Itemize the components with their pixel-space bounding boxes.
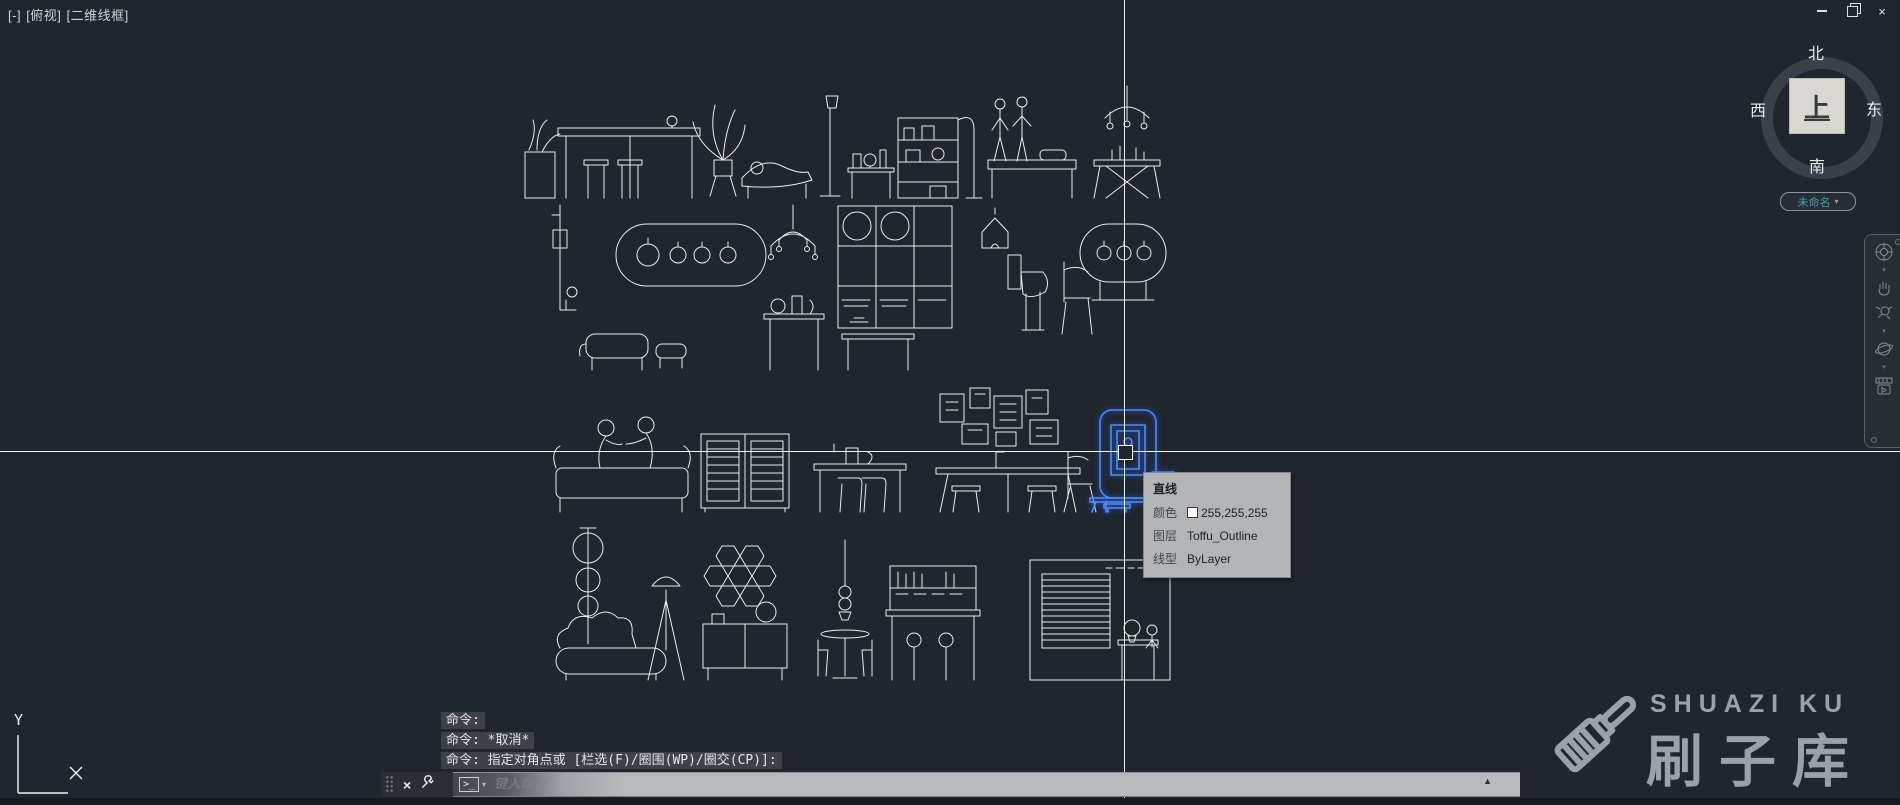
tooltip-color-label: 颜色 bbox=[1153, 504, 1187, 521]
ucs-icon[interactable]: Y bbox=[0, 695, 120, 805]
command-input[interactable] bbox=[492, 776, 1520, 793]
orbit-icon[interactable] bbox=[1873, 338, 1895, 360]
command-history-line: 命令: 指定对角点或 [栏选(F)/圈围(WP)/圈交(CP)]: bbox=[441, 752, 782, 769]
command-history: 命令: 命令: *取消* 命令: 指定对角点或 [栏选(F)/圈围(WP)/圈交… bbox=[441, 712, 782, 772]
pan-hand-icon[interactable] bbox=[1873, 277, 1895, 299]
viewport-view-control[interactable]: [俯视] bbox=[26, 8, 61, 23]
block-plant-chaise-lounge[interactable] bbox=[693, 105, 812, 198]
viewcube-south[interactable]: 南 bbox=[1809, 153, 1825, 177]
minimize-icon[interactable] bbox=[1814, 4, 1830, 18]
drag-grip-handle[interactable] bbox=[385, 775, 394, 794]
block-display-shelf[interactable] bbox=[898, 118, 982, 198]
scroll-up-icon[interactable]: ▲ bbox=[1483, 777, 1492, 786]
crosshair-pickbox bbox=[1118, 445, 1133, 460]
named-view-button[interactable]: 未命名 ▾ bbox=[1780, 192, 1856, 211]
command-prompt-icon[interactable]: >_ bbox=[459, 777, 479, 792]
block-dining-table-set[interactable] bbox=[936, 452, 1080, 512]
block-reception-desk[interactable] bbox=[525, 116, 700, 198]
rollover-tooltip: 直线 颜色 255,255,255 图层 Toffu_Outline 线型 By… bbox=[1143, 472, 1291, 578]
block-desk-with-chairs[interactable] bbox=[814, 444, 906, 512]
block-capsule-cabinet[interactable] bbox=[1080, 224, 1166, 300]
restore-icon[interactable] bbox=[1844, 4, 1860, 18]
block-wall-shelf-boxes[interactable] bbox=[940, 388, 1058, 446]
watermark-brand-cn: 刷子库 bbox=[1646, 716, 1865, 798]
wrench-icon[interactable] bbox=[420, 775, 435, 795]
navigation-bar: ▾ ▾ ▾ bbox=[1864, 234, 1900, 448]
command-history-line: 命令: bbox=[441, 712, 485, 729]
block-hexagon-shelf-cabinet[interactable] bbox=[703, 546, 787, 680]
crosshair-horizontal-line bbox=[0, 451, 1900, 452]
viewcube-top-face[interactable]: 上 bbox=[1789, 78, 1845, 134]
block-figures-at-counter[interactable] bbox=[988, 97, 1076, 198]
named-view-label: 未命名 bbox=[1797, 194, 1830, 210]
autocad-drawing-window: [-] [俯视] [二维线框] × bbox=[0, 0, 1900, 805]
block-grid-shelving[interactable] bbox=[838, 206, 952, 370]
close-icon[interactable]: × bbox=[1874, 4, 1890, 18]
show-motion-icon[interactable] bbox=[1873, 374, 1895, 396]
ucs-y-label: Y bbox=[14, 711, 23, 729]
block-blinds-cabinet[interactable] bbox=[1030, 560, 1170, 680]
navigation-wheel-icon[interactable] bbox=[1873, 241, 1895, 263]
viewport-visual-style-control[interactable]: [二维线框] bbox=[67, 8, 129, 23]
viewcube-east[interactable]: 东 bbox=[1866, 96, 1882, 120]
drawing-canvas[interactable] bbox=[0, 0, 1900, 805]
block-wardrobe[interactable] bbox=[701, 434, 789, 512]
bottom-edge-strip bbox=[0, 798, 1900, 805]
tooltip-color-value: 255,255,255 bbox=[1201, 506, 1268, 520]
chevron-down-icon[interactable]: ▾ bbox=[1873, 266, 1895, 274]
tooltip-object-type: 直线 bbox=[1153, 480, 1281, 497]
command-history-line: 命令: *取消* bbox=[441, 732, 534, 749]
block-toilet[interactable] bbox=[1008, 255, 1048, 330]
command-input-area[interactable]: >_ ▾ ▲ bbox=[453, 772, 1520, 797]
zoom-extents-icon[interactable] bbox=[1873, 302, 1895, 324]
tooltip-layer-label: 图层 bbox=[1153, 527, 1187, 544]
block-side-chair-2[interactable] bbox=[1064, 452, 1096, 512]
block-chandelier-console[interactable] bbox=[764, 205, 824, 370]
chevron-down-icon: ▾ bbox=[1834, 197, 1838, 206]
color-swatch bbox=[1187, 507, 1198, 518]
block-pendant-dining-set[interactable] bbox=[818, 540, 872, 678]
block-vase-table[interactable] bbox=[848, 150, 894, 198]
viewport-collapse-control[interactable]: [-] bbox=[8, 8, 21, 23]
brush-icon bbox=[1540, 686, 1655, 805]
tooltip-layer-value: Toffu_Outline bbox=[1187, 529, 1258, 543]
chevron-down-icon[interactable]: ▾ bbox=[482, 780, 486, 789]
block-floor-lamp[interactable] bbox=[820, 96, 840, 196]
block-chandelier-table[interactable] bbox=[1094, 86, 1160, 198]
block-bubble-lamp-sofa[interactable] bbox=[556, 528, 666, 680]
block-sofa-with-figures[interactable] bbox=[554, 417, 691, 512]
viewcube-west[interactable]: 西 bbox=[1750, 97, 1766, 121]
chevron-down-icon[interactable]: ▾ bbox=[1873, 363, 1895, 371]
viewcube-north[interactable]: 北 bbox=[1808, 40, 1824, 64]
crosshair-vertical-line bbox=[1124, 0, 1125, 805]
viewport-controls: [-] [俯视] [二维线框] bbox=[8, 5, 130, 24]
block-bar-shelf-unit[interactable] bbox=[886, 566, 980, 680]
tooltip-linetype-label: 线型 bbox=[1153, 550, 1187, 567]
chevron-down-icon[interactable]: ▾ bbox=[1873, 327, 1895, 335]
command-bar: × >_ ▾ ▲ bbox=[381, 772, 1520, 797]
close-icon[interactable]: × bbox=[403, 778, 411, 792]
block-capsule-shelf-sofa[interactable] bbox=[552, 205, 766, 370]
viewcube-top-label: 上 bbox=[1804, 88, 1830, 125]
block-house-lamp[interactable] bbox=[982, 208, 1008, 248]
window-controls: × bbox=[1814, 4, 1890, 18]
tooltip-linetype-value: ByLayer bbox=[1187, 552, 1231, 566]
watermark-brand-en: SHUAZI KU bbox=[1650, 690, 1849, 719]
